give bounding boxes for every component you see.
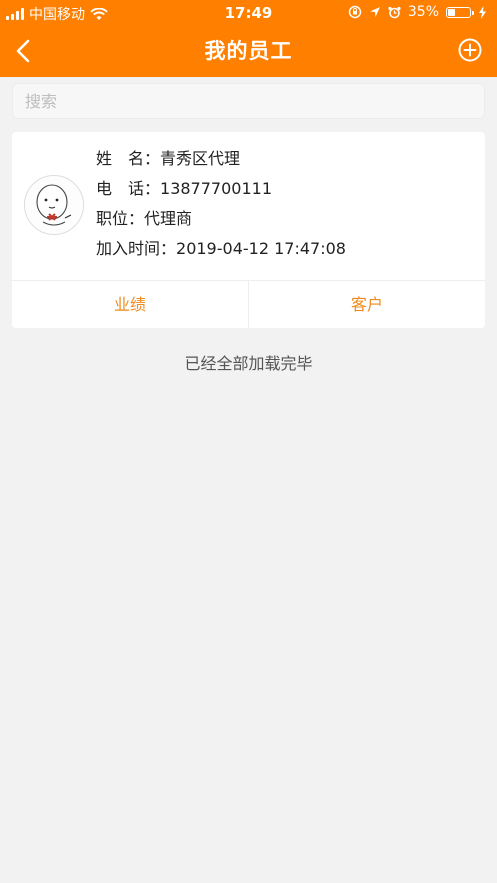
performance-button[interactable]: 业绩 [12, 281, 248, 328]
employee-info: 姓 名：青秀区代理 电 话：13877700111 职位：代理商 加入时间：20… [96, 144, 346, 264]
name-row: 姓 名：青秀区代理 [96, 144, 346, 174]
card-actions: 业绩 客户 [12, 281, 485, 328]
add-employee-button[interactable] [457, 37, 483, 63]
status-bar: 中国移动 17:49 35% [0, 0, 497, 26]
nav-bar: 我的员工 [0, 26, 497, 77]
joined-value: 2019-04-12 17:47:08 [176, 239, 346, 258]
alarm-icon [388, 6, 401, 18]
search-input[interactable] [13, 84, 484, 118]
battery-percent: 35% [407, 4, 439, 20]
rotation-lock-icon [348, 5, 362, 19]
avatar [24, 175, 84, 235]
position-row: 职位：代理商 [96, 204, 346, 234]
phone-label: 电 话： [96, 179, 161, 198]
charging-icon [479, 5, 486, 19]
name-value: 青秀区代理 [160, 149, 241, 168]
position-label: 职位： [96, 209, 145, 228]
joined-label: 加入时间： [96, 239, 177, 258]
employee-card[interactable]: 姓 名：青秀区代理 电 话：13877700111 职位：代理商 加入时间：20… [12, 132, 485, 328]
app-header: 中国移动 17:49 35% 我的员工 [0, 0, 497, 77]
battery-icon [446, 6, 474, 18]
location-icon [369, 7, 380, 17]
customers-button[interactable]: 客户 [248, 281, 485, 328]
position-value: 代理商 [144, 209, 193, 228]
phone-value[interactable]: 13877700111 [160, 179, 272, 198]
page-title: 我的员工 [204, 39, 293, 63]
joined-row: 加入时间：2019-04-12 17:47:08 [96, 234, 346, 264]
name-label: 姓 名： [96, 149, 161, 168]
search-bar[interactable] [12, 83, 485, 119]
phone-row: 电 话：13877700111 [96, 174, 346, 204]
avatar-image [25, 176, 83, 234]
list-end-text: 已经全部加载完毕 [184, 354, 313, 373]
